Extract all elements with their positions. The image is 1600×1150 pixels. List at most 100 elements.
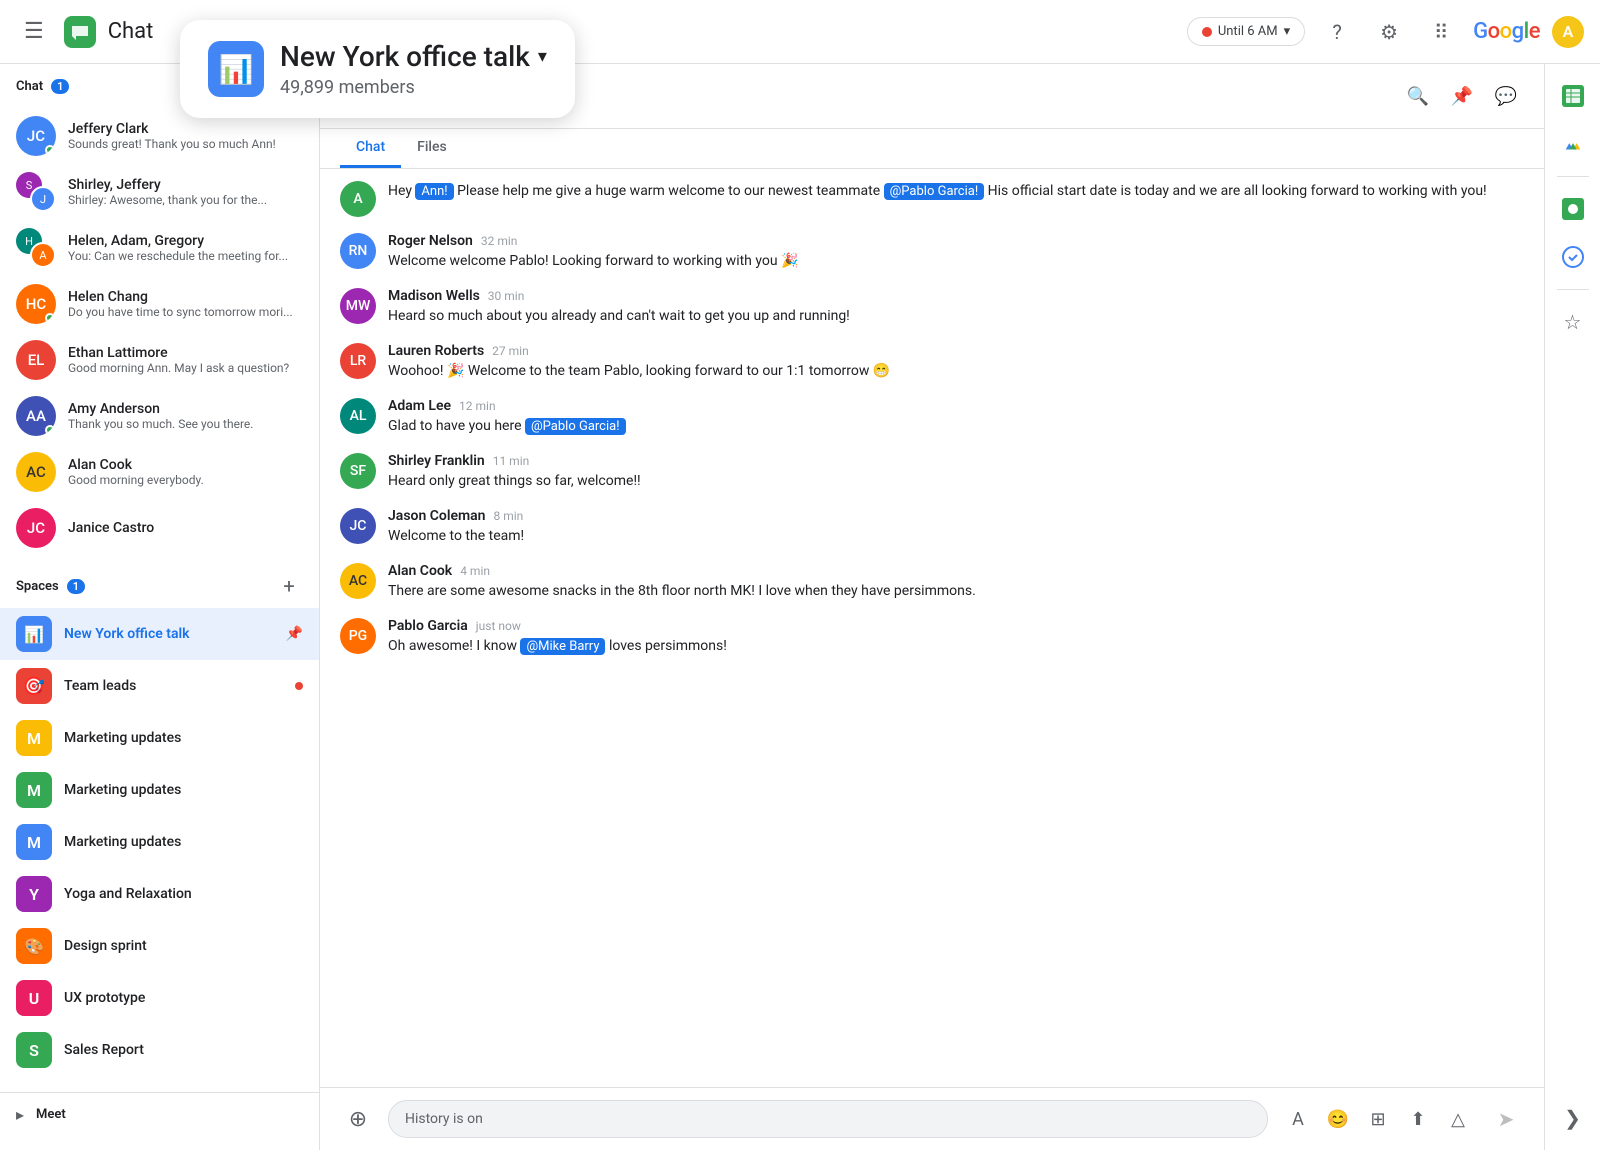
right-sidebar-divider [1557, 176, 1589, 177]
msg-name: Roger Nelson [388, 233, 473, 249]
meet-section-header[interactable]: ▸ Meet [0, 1092, 319, 1132]
apps-button[interactable]: ⠿ [1421, 12, 1461, 52]
space-name-yoga: Yoga and Relaxation [64, 886, 303, 902]
msg-avatar-adam: AL [340, 398, 376, 434]
space-item-sales-report[interactable]: S Sales Report [0, 1024, 319, 1076]
message-input[interactable]: History is on [388, 1100, 1268, 1138]
space-item-team-leads[interactable]: 🎯 Team leads [0, 660, 319, 712]
threads-button[interactable]: 💬 [1488, 78, 1524, 114]
message-row-adam: AL Adam Lee 12 min Glad to have you here… [340, 398, 1524, 437]
space-item-marketing-2[interactable]: M Marketing updates [0, 764, 319, 816]
format-text-button[interactable]: A [1280, 1101, 1316, 1137]
sheets-icon-button[interactable] [1553, 76, 1593, 116]
tooltip-info: New York office talk ▾ 49,899 members [280, 40, 547, 98]
add-attachment-button[interactable]: ⊕ [340, 1101, 376, 1137]
space-item-marketing-1[interactable]: M Marketing updates [0, 712, 319, 764]
chat-info-helen-chang: Helen Chang Do you have time to sync tom… [68, 289, 303, 319]
pin-button[interactable]: 📌 [1444, 78, 1480, 114]
chat-header-actions: 🔍 📌 💬 [1400, 78, 1524, 114]
chat-info-janice-castro: Janice Castro [68, 520, 303, 536]
space-name-sales: Sales Report [64, 1042, 303, 1058]
message-row-jason: JC Jason Coleman 8 min Welcome to the te… [340, 508, 1524, 547]
message-row-truncated: A Hey Ann! Please help me give a huge wa… [340, 181, 1524, 217]
user-avatar[interactable]: A [1552, 16, 1584, 48]
chat-item-amy-anderson[interactable]: AA Amy Anderson Thank you so much. See y… [0, 388, 319, 444]
tooltip-space-name[interactable]: New York office talk ▾ [280, 40, 547, 73]
space-icon-marketing-2: M [16, 772, 52, 808]
msg-avatar-madison: MW [340, 288, 376, 324]
attach-file-button[interactable]: ⊞ [1360, 1101, 1396, 1137]
avatar-janice-castro: JC [16, 508, 56, 548]
mention-tag-2: @Pablo Garcia! [884, 183, 985, 200]
msg-content-lauren: Lauren Roberts 27 min Woohoo! 🎉 Welcome … [388, 343, 1524, 382]
avatar-ethan-lattimore: EL [16, 340, 56, 380]
msg-header-alan: Alan Cook 4 min [388, 563, 1524, 579]
msg-text: Woohoo! 🎉 Welcome to the team Pablo, loo… [388, 361, 1524, 382]
msg-header-jason: Jason Coleman 8 min [388, 508, 1524, 524]
messages-area: A Hey Ann! Please help me give a huge wa… [320, 169, 1544, 1087]
chat-item-alan-cook[interactable]: AC Alan Cook Good morning everybody. [0, 444, 319, 500]
chat-badge: 1 [51, 79, 69, 94]
chat-name: Alan Cook [68, 457, 303, 473]
space-item-design-sprint[interactable]: 🎨 Design sprint [0, 920, 319, 972]
msg-time: 8 min [494, 509, 524, 523]
chat-item-helen-adam-gregory[interactable]: H A Helen, Adam, Gregory You: Can we res… [0, 220, 319, 276]
send-message-button[interactable]: ➤ [1488, 1101, 1524, 1137]
more-options-button[interactable]: △ [1440, 1101, 1476, 1137]
spaces-section-header[interactable]: Spaces 1 + [0, 564, 319, 608]
search-messages-button[interactable]: 🔍 [1400, 78, 1436, 114]
help-button[interactable]: ? [1317, 12, 1357, 52]
space-icon-yoga: Y [16, 876, 52, 912]
settings-button[interactable]: ⚙ [1369, 12, 1409, 52]
star-icon-button[interactable]: ☆ [1553, 302, 1593, 342]
drive-icon-button[interactable] [1553, 124, 1593, 164]
chat-item-shirley-jeffery[interactable]: S J Shirley, Jeffery Shirley: Awesome, t… [0, 164, 319, 220]
expand-button[interactable]: ❯ [1553, 1098, 1593, 1138]
chat-preview: Good morning everybody. [68, 473, 303, 487]
new-space-button[interactable]: + [275, 572, 303, 600]
chat-preview: Shirley: Awesome, thank you for the... [68, 193, 303, 207]
chat-preview: Thank you so much. See you there. [68, 417, 303, 431]
chat-item-janice-castro[interactable]: JC Janice Castro [0, 500, 319, 556]
space-item-ny-office[interactable]: 📊 New York office talk 📌 [0, 608, 319, 660]
meet-section-label: Meet [36, 1107, 66, 1122]
msg-header-adam: Adam Lee 12 min [388, 398, 1524, 414]
msg-avatar-jason: JC [340, 508, 376, 544]
avatar-amy-anderson: AA [16, 396, 56, 436]
status-dot-icon [1202, 27, 1212, 37]
msg-avatar: A [340, 181, 376, 217]
msg-content-jason: Jason Coleman 8 min Welcome to the team! [388, 508, 1524, 547]
tab-files[interactable]: Files [401, 129, 463, 168]
msg-name: Lauren Roberts [388, 343, 484, 359]
space-item-marketing-3[interactable]: M Marketing updates [0, 816, 319, 868]
space-item-ux-prototype[interactable]: U UX prototype [0, 972, 319, 1024]
meet-icon-button[interactable] [1553, 189, 1593, 229]
online-indicator [45, 425, 55, 435]
msg-avatar-alan: AC [340, 563, 376, 599]
chat-info-alan-cook: Alan Cook Good morning everybody. [68, 457, 303, 487]
emoji-button[interactable]: 😊 [1320, 1101, 1356, 1137]
msg-text: Welcome to the team! [388, 526, 1524, 547]
chat-preview: Good morning Ann. May I ask a question? [68, 361, 303, 375]
input-action-icons: A 😊 ⊞ ⬆ △ [1280, 1101, 1476, 1137]
tooltip-dropdown-icon[interactable]: ▾ [538, 46, 547, 67]
msg-name: Adam Lee [388, 398, 451, 414]
spaces-badge: 1 [67, 579, 85, 594]
chat-info-ethan-lattimore: Ethan Lattimore Good morning Ann. May I … [68, 345, 303, 375]
unread-dot-team-leads [295, 682, 303, 690]
msg-header-lauren: Lauren Roberts 27 min [388, 343, 1524, 359]
upload-button[interactable]: ⬆ [1400, 1101, 1436, 1137]
tasks-icon-button[interactable] [1553, 237, 1593, 277]
space-item-yoga[interactable]: Y Yoga and Relaxation [0, 868, 319, 920]
space-tooltip: 📊 New York office talk ▾ 49,899 members [180, 20, 575, 118]
chat-item-ethan-lattimore[interactable]: EL Ethan Lattimore Good morning Ann. May… [0, 332, 319, 388]
mention-mike: @Mike Barry [520, 638, 605, 655]
hamburger-menu-button[interactable]: ☰ [16, 11, 52, 52]
tab-chat[interactable]: Chat [340, 129, 401, 168]
msg-name: Alan Cook [388, 563, 452, 579]
space-name-ny: New York office talk [64, 626, 274, 642]
chat-item-helen-chang[interactable]: HC Helen Chang Do you have time to sync … [0, 276, 319, 332]
status-button[interactable]: Until 6 AM ▾ [1187, 17, 1305, 46]
space-name-marketing-1: Marketing updates [64, 730, 303, 746]
message-row-lauren: LR Lauren Roberts 27 min Woohoo! 🎉 Welco… [340, 343, 1524, 382]
